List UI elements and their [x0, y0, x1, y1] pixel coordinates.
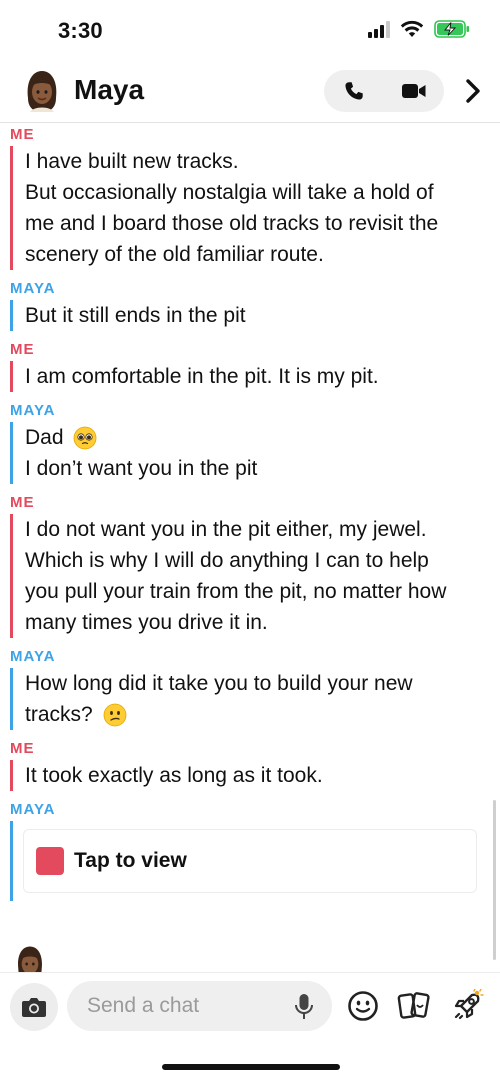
message-group: MAYA Tap to view — [0, 799, 500, 901]
sender-label: MAYA — [10, 648, 56, 665]
message-group: ME I do not want you in the pit either, … — [0, 492, 500, 638]
message-body: I do not want you in the pit either, my … — [10, 514, 500, 638]
tap-to-view-label: Tap to view — [74, 849, 187, 872]
smiley-icon — [348, 991, 378, 1021]
chat-header: Maya — [0, 62, 500, 123]
message-line: tracks? — [25, 699, 500, 730]
status-time: 3:30 — [58, 18, 103, 43]
message-body: I have built new tracks. But occasionall… — [10, 146, 500, 270]
pleading-face-icon — [73, 427, 97, 450]
chat-messages[interactable]: ME I have built new tracks. But occasion… — [0, 124, 500, 972]
camera-icon — [22, 998, 46, 1017]
message-text: It took exactly as long as it took. — [25, 764, 323, 787]
message-text: me and I board those old tracks to revis… — [25, 212, 439, 235]
message-text: you pull your train from the pit, no mat… — [25, 580, 447, 603]
wifi-icon — [400, 20, 424, 37]
sender-label: ME — [10, 126, 35, 143]
call-controls — [324, 70, 444, 112]
message-text: How long did it take you to build your n… — [25, 672, 413, 695]
home-indicator[interactable] — [162, 1064, 340, 1070]
confused-face-icon — [103, 704, 126, 727]
rocket-icon — [454, 989, 484, 1020]
snap-square-icon — [36, 847, 64, 875]
message-body: Dad I don’t want you in the pit — [10, 422, 500, 484]
message-text: I do not want you in the pit either, my … — [25, 518, 427, 541]
message-group: ME It took exactly as long as it took. — [0, 738, 500, 791]
bitmoji-icon — [18, 946, 42, 972]
stickers-button[interactable] — [397, 989, 431, 1023]
games-button[interactable] — [450, 989, 484, 1023]
message-text: I don’t want you in the pit — [25, 457, 258, 480]
message-text: I have built new tracks. — [25, 150, 239, 173]
status-bar: 3:30 — [0, 0, 500, 62]
voice-call-button[interactable] — [324, 70, 384, 112]
message-text: But it still ends in the pit — [25, 304, 246, 327]
sender-label: ME — [10, 740, 35, 757]
more-button[interactable] — [458, 76, 488, 106]
sender-label: MAYA — [10, 280, 56, 297]
message-text: Which is why I will do anything I can to… — [25, 549, 429, 572]
message-group: ME I am comfortable in the pit. It is my… — [0, 339, 500, 392]
message-group: MAYA But it still ends in the pit — [0, 278, 500, 331]
bitmoji-avatar[interactable] — [22, 68, 62, 116]
emoji-button[interactable] — [346, 989, 380, 1023]
video-call-button[interactable] — [384, 70, 444, 112]
message-text: many times you drive it in. — [25, 611, 268, 634]
message-text: tracks? — [25, 703, 93, 726]
message-text: I am comfortable in the pit. It is my pi… — [25, 365, 379, 388]
message-body: It took exactly as long as it took. — [10, 760, 500, 791]
message-group: ME I have built new tracks. But occasion… — [0, 124, 500, 270]
message-group: MAYA Dad I don’t want you in the pit — [0, 400, 500, 484]
message-group: MAYA How long did it take you to build y… — [0, 646, 500, 730]
phone-icon — [345, 82, 363, 100]
sender-label: MAYA — [10, 402, 56, 419]
cellular-signal-icon — [368, 20, 390, 38]
battery-charging-icon — [434, 20, 469, 38]
scroll-indicator[interactable] — [493, 800, 496, 960]
message-body: I am comfortable in the pit. It is my pi… — [10, 361, 500, 392]
tap-to-view-button[interactable]: Tap to view — [23, 829, 477, 893]
chevron-right-icon — [466, 79, 480, 103]
snap-message: Tap to view — [10, 821, 500, 901]
message-text: scenery of the old familiar route. — [25, 243, 324, 266]
message-text: Dad — [25, 426, 64, 449]
bitmoji-typing-avatar — [12, 944, 48, 972]
sender-label: MAYA — [10, 801, 56, 818]
camera-button[interactable] — [10, 983, 58, 1031]
contact-name[interactable]: Maya — [74, 74, 144, 106]
message-text: But occasionally nostalgia will take a h… — [25, 181, 434, 204]
message-body: How long did it take you to build your n… — [10, 668, 500, 730]
chat-composer-bar — [0, 972, 500, 1043]
message-body: But it still ends in the pit — [10, 300, 500, 331]
status-icons — [368, 20, 470, 38]
message-line: Dad — [25, 422, 500, 453]
microphone-icon[interactable] — [293, 993, 315, 1021]
sender-label: ME — [10, 341, 35, 358]
sticker-cards-icon — [397, 992, 430, 1019]
sender-label: ME — [10, 494, 35, 511]
video-camera-icon — [402, 84, 426, 98]
